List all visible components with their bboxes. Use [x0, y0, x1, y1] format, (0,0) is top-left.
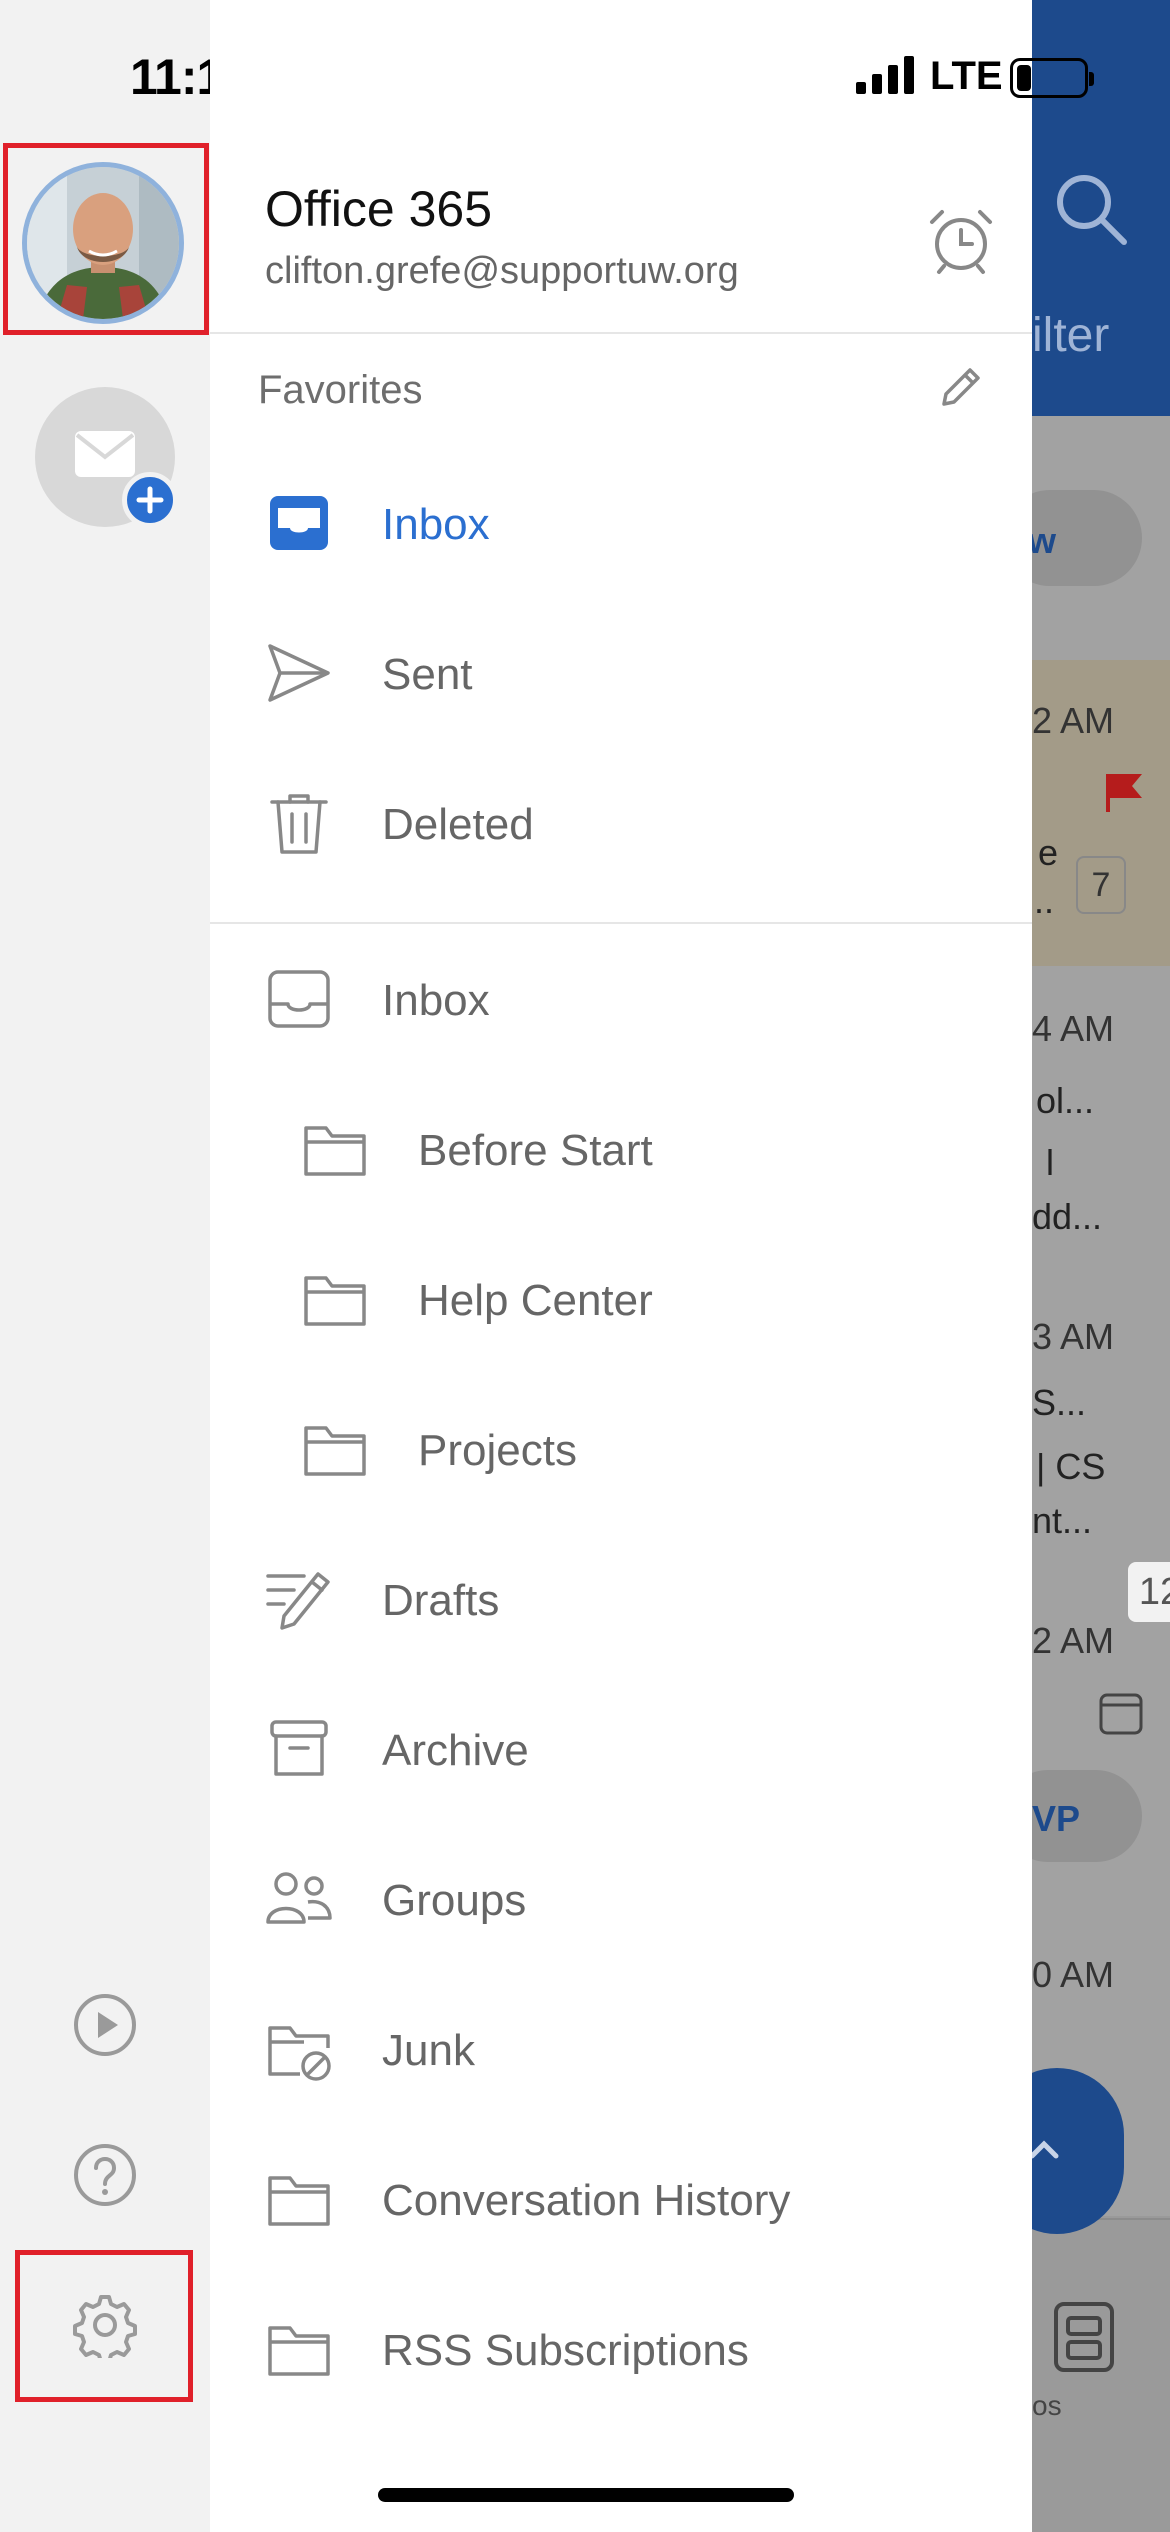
mail-snippet: nt... — [1032, 1500, 1093, 1541]
play-icon[interactable] — [72, 1992, 138, 2058]
mail-snippet: dd... — [1032, 1196, 1103, 1237]
plus-icon — [122, 472, 178, 528]
folder-item-conversation-history[interactable]: Conversation History — [210, 2138, 1032, 2258]
mail-time: 2 AM — [1032, 700, 1115, 741]
groups-icon — [266, 1872, 332, 1924]
folder-item-projects[interactable]: Projects — [210, 1388, 1032, 1508]
folder-label: Inbox — [382, 976, 490, 1025]
favorite-item-sent[interactable]: Sent — [210, 612, 1032, 732]
mail-snippet: .. — [1034, 880, 1055, 921]
mail-sender: S... — [1032, 1382, 1087, 1423]
folder-label: Projects — [418, 1426, 577, 1475]
favorite-item-deleted[interactable]: Deleted — [210, 762, 1032, 882]
folder-label: RSS Subscriptions — [382, 2326, 749, 2375]
flag-icon — [1106, 774, 1142, 812]
calendar-icon — [1099, 1693, 1143, 1735]
mail-time: 4 AM — [1032, 1008, 1115, 1049]
account-email: clifton.grefe@supportuw.org — [265, 250, 739, 292]
edit-pencil-icon[interactable] — [936, 364, 984, 412]
background-pill-label: w — [1032, 520, 1057, 561]
folder-icon — [304, 1426, 366, 1476]
drafts-icon — [266, 1572, 330, 1630]
favorite-label: Deleted — [382, 800, 534, 849]
folder-label: Before Start — [418, 1126, 653, 1175]
folder-icon — [268, 2176, 330, 2226]
account-title: Office 365 — [265, 181, 493, 237]
favorite-label: Inbox — [382, 500, 490, 549]
folder-label: Drafts — [382, 1576, 500, 1625]
folder-icon — [304, 1126, 366, 1176]
trash-icon — [270, 794, 328, 854]
folder-item-help-center[interactable]: Help Center — [210, 1238, 1032, 1358]
mail-icon — [75, 431, 135, 477]
mail-time: 0 AM — [1032, 1954, 1115, 1995]
tab-label: os — [1032, 2390, 1062, 2421]
mail-time: 2 AM — [1032, 1620, 1115, 1661]
send-icon — [268, 644, 330, 702]
mail-snippet: l — [1046, 1142, 1054, 1183]
folder-item-rss-subscriptions[interactable]: RSS Subscriptions — [210, 2288, 1032, 2408]
unread-count: 7 — [1076, 856, 1126, 914]
archive-icon — [270, 1720, 328, 1776]
search-icon — [1057, 175, 1127, 245]
filter-label: ilter — [1032, 309, 1110, 362]
folder-label: Help Center — [418, 1276, 653, 1325]
favorite-item-inbox[interactable]: Inbox — [210, 462, 1032, 582]
folder-item-before-start[interactable]: Before Start — [210, 1088, 1032, 1208]
folder-item-inbox[interactable]: Inbox — [210, 938, 1032, 1058]
inbox-icon — [268, 970, 330, 1028]
mail-snippet: | CS — [1036, 1446, 1106, 1487]
favorites-label: Favorites — [258, 368, 423, 412]
mail-sender: ol... — [1036, 1080, 1095, 1121]
folder-icon — [268, 2326, 330, 2376]
home-indicator[interactable] — [378, 2488, 794, 2502]
network-type: LTE — [930, 54, 1003, 98]
folder-label: Junk — [382, 2026, 475, 2075]
folder-label: Groups — [382, 1876, 527, 1925]
folder-item-groups[interactable]: Groups — [210, 1838, 1032, 1958]
help-icon[interactable] — [72, 2142, 138, 2208]
folder-item-drafts[interactable]: Drafts 12 — [210, 1538, 1170, 1658]
highlight-avatar-box — [3, 143, 209, 335]
mail-time: 3 AM — [1032, 1316, 1115, 1357]
rsvp-label: VP — [1032, 1798, 1081, 1839]
junk-folder-icon — [268, 2026, 331, 2081]
mail-snippet: e — [1038, 832, 1059, 873]
folder-item-junk[interactable]: Junk — [210, 1988, 1032, 2108]
drafts-count-badge: 12 — [1128, 1562, 1170, 1622]
folder-label: Conversation History — [382, 2176, 791, 2225]
cellular-signal-icon — [856, 56, 914, 94]
favorite-label: Sent — [382, 650, 473, 699]
divider — [210, 922, 1032, 924]
battery-icon — [1010, 58, 1094, 98]
apps-icon — [1054, 2302, 1114, 2372]
divider — [210, 332, 1032, 334]
folder-item-archive[interactable]: Archive — [210, 1688, 1032, 1808]
highlight-settings-box — [15, 2250, 193, 2402]
inbox-filled-icon — [270, 496, 328, 550]
alarm-clock-icon[interactable] — [926, 206, 996, 276]
folder-icon — [304, 1276, 366, 1326]
folder-label: Archive — [382, 1726, 529, 1775]
